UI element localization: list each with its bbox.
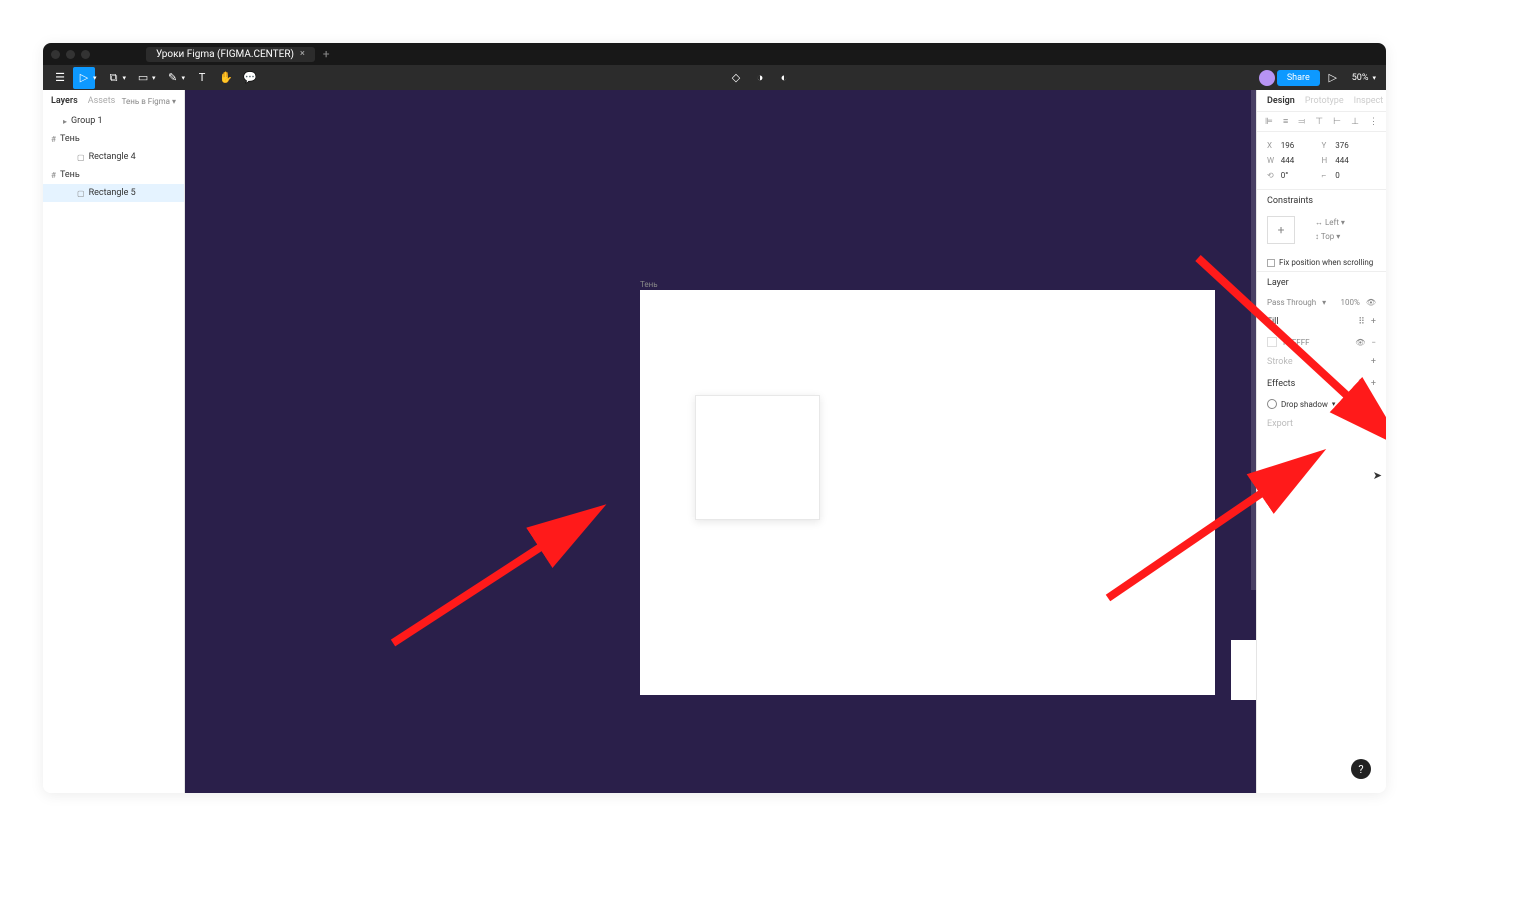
remove-effect-icon[interactable]: −: [1371, 400, 1376, 409]
layer-section-header: Layer: [1257, 272, 1386, 294]
effects-style-icon[interactable]: ⠿: [1358, 379, 1365, 389]
help-button[interactable]: ?: [1351, 759, 1371, 779]
hand-tool[interactable]: ✋: [215, 67, 237, 89]
blend-mode[interactable]: Pass Through: [1267, 298, 1316, 307]
present-icon[interactable]: ▷: [1322, 67, 1344, 89]
design-tab[interactable]: Design: [1267, 96, 1295, 106]
shape-tool[interactable]: ▭: [132, 67, 154, 89]
layer-group[interactable]: ▸Group 1: [43, 112, 184, 130]
rotation-input[interactable]: 0°: [1281, 171, 1320, 180]
tab-title: Уроки Figma (FIGMA.CENTER): [156, 49, 294, 60]
frame-tool[interactable]: ⧉: [103, 67, 125, 89]
assets-tab[interactable]: Assets: [88, 96, 116, 106]
selected-rectangle[interactable]: [695, 395, 820, 520]
document-tab[interactable]: Уроки Figma (FIGMA.CENTER) ×: [146, 47, 315, 62]
v-constraint[interactable]: ↕ Top ▾: [1315, 230, 1345, 244]
x-input[interactable]: 196: [1281, 141, 1320, 150]
height-input[interactable]: 444: [1335, 156, 1374, 165]
user-avatar[interactable]: [1259, 70, 1275, 86]
alignment-controls[interactable]: ⊫≡⫤⊤⊢⊥⋮: [1257, 112, 1386, 132]
layer-rectangle-selected[interactable]: ▢Rectangle 5: [43, 184, 184, 202]
pen-tool[interactable]: ✎: [162, 67, 184, 89]
layer-frame[interactable]: #Тень: [43, 166, 184, 184]
canvas[interactable]: Тень: [185, 90, 1256, 793]
add-stroke-icon[interactable]: +: [1371, 357, 1376, 367]
width-input[interactable]: 444: [1281, 156, 1320, 165]
component-icon[interactable]: ◇: [725, 67, 747, 89]
main-toolbar: ☰ ▷▾ ⧉▾ ▭▾ ✎▾ T ✋ 💬 ◇ ◑ ◐ Share ▷ 50%▾: [43, 65, 1386, 90]
figma-app-window: Уроки Figma (FIGMA.CENTER) × + ☰ ▷▾ ⧉▾ ▭…: [43, 43, 1386, 793]
add-export-icon[interactable]: +: [1371, 419, 1376, 429]
frame-label[interactable]: Тень: [640, 280, 658, 289]
mouse-cursor-icon: ➤: [1373, 469, 1382, 482]
window-traffic-lights[interactable]: [51, 50, 90, 59]
close-tab-icon[interactable]: ×: [300, 49, 305, 59]
corner-input[interactable]: 0: [1335, 171, 1374, 180]
scrollbar[interactable]: [1251, 90, 1256, 590]
fill-hex[interactable]: FFFFFF: [1283, 338, 1310, 347]
effect-visibility-icon[interactable]: 👁: [1357, 400, 1367, 409]
layer-rectangle[interactable]: ▢Rectangle 4: [43, 148, 184, 166]
layers-tab[interactable]: Layers: [51, 96, 78, 106]
export-section-header: Export +: [1257, 413, 1386, 435]
remove-fill-icon[interactable]: −: [1371, 338, 1376, 347]
page-selector[interactable]: Тень в Figma ▾: [122, 97, 176, 106]
move-tool[interactable]: ▷: [73, 67, 95, 89]
fill-color-swatch[interactable]: [1267, 337, 1277, 347]
menu-icon[interactable]: ☰: [49, 67, 71, 89]
position-size-section: X196 Y376 W444 H444 ⟲0° ⌐0: [1257, 132, 1386, 190]
visibility-icon[interactable]: 👁: [1366, 298, 1376, 307]
effect-item[interactable]: Drop shadow▾ 👁−: [1257, 395, 1386, 413]
fill-visibility-icon[interactable]: 👁: [1355, 338, 1365, 347]
effects-section-header: Effects ⠿+: [1257, 373, 1386, 395]
add-effect-icon[interactable]: +: [1371, 379, 1376, 389]
stroke-section-header: Stroke +: [1257, 351, 1386, 373]
fill-section-header: Fill ⠿+: [1257, 311, 1386, 333]
constraints-header: Constraints: [1257, 190, 1386, 212]
boolean-icon[interactable]: ◐: [773, 67, 795, 89]
effect-settings-icon[interactable]: [1267, 399, 1277, 409]
y-input[interactable]: 376: [1335, 141, 1374, 150]
constraints-widget[interactable]: +: [1267, 216, 1295, 244]
zoom-level[interactable]: 50%: [1352, 73, 1369, 83]
opacity-input[interactable]: 100%: [1340, 298, 1359, 307]
properties-panel: Design Prototype Inspect ⊫≡⫤⊤⊢⊥⋮ X196 Y3…: [1256, 90, 1386, 793]
layers-panel: Layers Assets Тень в Figma ▾ ▸Group 1 #Т…: [43, 90, 185, 793]
comment-tool[interactable]: 💬: [239, 67, 261, 89]
h-constraint[interactable]: ↔ Left ▾: [1315, 216, 1345, 230]
title-bar: Уроки Figma (FIGMA.CENTER) × +: [43, 43, 1386, 65]
new-tab-button[interactable]: +: [323, 47, 330, 61]
prototype-tab[interactable]: Prototype: [1305, 96, 1344, 106]
fix-scroll-checkbox[interactable]: Fix position when scrolling: [1257, 254, 1386, 272]
text-tool[interactable]: T: [191, 67, 213, 89]
share-button[interactable]: Share: [1277, 70, 1320, 86]
adjacent-frame[interactable]: [1231, 640, 1256, 700]
inspect-tab[interactable]: Inspect: [1354, 96, 1384, 106]
style-icon[interactable]: ⠿: [1358, 317, 1365, 327]
canvas-frame[interactable]: [640, 290, 1215, 695]
mask-icon[interactable]: ◑: [749, 67, 771, 89]
add-fill-icon[interactable]: +: [1371, 317, 1376, 327]
workspace: Layers Assets Тень в Figma ▾ ▸Group 1 #Т…: [43, 90, 1386, 793]
layer-frame[interactable]: #Тень: [43, 130, 184, 148]
